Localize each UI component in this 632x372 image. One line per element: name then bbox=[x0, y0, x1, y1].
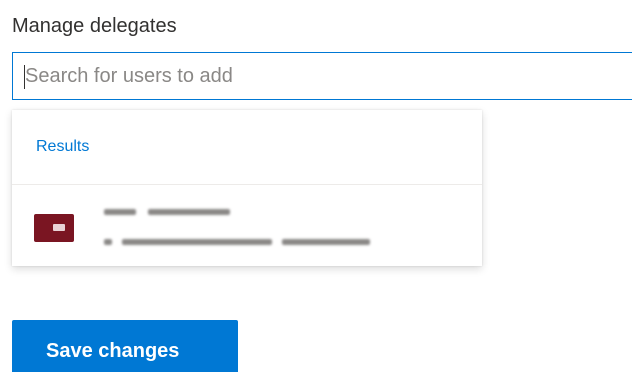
manage-delegates-panel: Manage delegates Results Save changes bbox=[0, 0, 632, 372]
search-box[interactable] bbox=[12, 52, 632, 100]
avatar-mark bbox=[53, 224, 65, 231]
save-changes-button[interactable]: Save changes bbox=[12, 320, 238, 372]
save-button-label: Save changes bbox=[46, 340, 180, 362]
search-input[interactable] bbox=[25, 53, 625, 99]
user-email-redacted bbox=[104, 237, 374, 247]
redacted-segment bbox=[122, 239, 272, 245]
redacted-segment bbox=[148, 209, 230, 215]
redacted-segment bbox=[104, 239, 112, 245]
section-title: Manage delegates bbox=[12, 15, 177, 37]
user-result-item[interactable] bbox=[12, 185, 482, 266]
user-display-name-redacted bbox=[104, 207, 234, 219]
results-dropdown: Results bbox=[12, 110, 482, 266]
avatar bbox=[34, 214, 74, 242]
results-header: Results bbox=[36, 138, 90, 155]
redacted-segment bbox=[282, 239, 370, 245]
redacted-segment bbox=[104, 209, 136, 215]
